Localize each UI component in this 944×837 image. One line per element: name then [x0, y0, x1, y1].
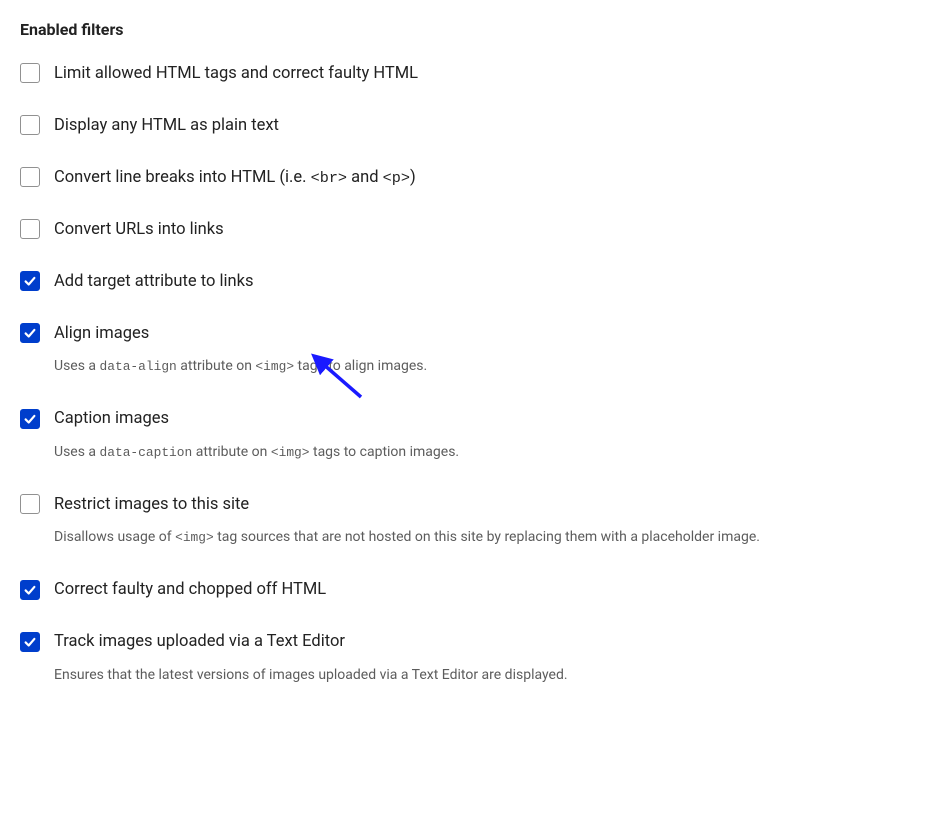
filter-label[interactable]: Caption images — [54, 409, 169, 428]
filter-main: Caption images — [20, 409, 924, 429]
filter-main: Display any HTML as plain text — [20, 115, 924, 135]
filter-label[interactable]: Correct faulty and chopped off HTML — [54, 580, 326, 599]
filter-description: Disallows usage of <img> tag sources tha… — [54, 528, 924, 548]
filter-description: Ensures that the latest versions of imag… — [54, 666, 924, 686]
filter-main: Restrict images to this site — [20, 494, 924, 514]
filter-main: Track images uploaded via a Text Editor — [20, 632, 924, 652]
filter-checkbox[interactable] — [20, 494, 40, 514]
filters-list: Limit allowed HTML tags and correct faul… — [20, 63, 924, 685]
filter-label[interactable]: Display any HTML as plain text — [54, 116, 279, 135]
check-icon — [23, 326, 37, 340]
filter-checkbox[interactable] — [20, 632, 40, 652]
filter-main: Align images — [20, 323, 924, 343]
filter-checkbox[interactable] — [20, 115, 40, 135]
filter-row: Display any HTML as plain text — [20, 115, 924, 135]
filter-row: Align images Uses a data-align attribute … — [20, 323, 924, 377]
filter-row: Convert line breaks into HTML (i.e. <br>… — [20, 167, 924, 187]
filter-label[interactable]: Track images uploaded via a Text Editor — [54, 632, 345, 651]
filter-label[interactable]: Convert line breaks into HTML (i.e. <br>… — [54, 168, 416, 187]
check-icon — [23, 274, 37, 288]
filter-label[interactable]: Align images — [54, 324, 149, 343]
filter-description: Uses a data-align attribute on <img> tag… — [54, 357, 924, 377]
filter-checkbox[interactable] — [20, 167, 40, 187]
filter-checkbox[interactable] — [20, 219, 40, 239]
filter-row: Track images uploaded via a Text Editor E… — [20, 632, 924, 686]
section-title: Enabled filters — [20, 20, 924, 39]
filter-checkbox[interactable] — [20, 409, 40, 429]
filter-checkbox[interactable] — [20, 580, 40, 600]
filter-row: Caption images Uses a data-caption attrib… — [20, 409, 924, 463]
filter-description: Uses a data-caption attribute on <img> t… — [54, 443, 924, 463]
filter-main: Add target attribute to links — [20, 271, 924, 291]
filter-label[interactable]: Restrict images to this site — [54, 495, 249, 514]
filter-main: Limit allowed HTML tags and correct faul… — [20, 63, 924, 83]
filter-row: Limit allowed HTML tags and correct faul… — [20, 63, 924, 83]
filter-checkbox[interactable] — [20, 63, 40, 83]
filter-checkbox[interactable] — [20, 323, 40, 343]
check-icon — [23, 412, 37, 426]
filter-checkbox[interactable] — [20, 271, 40, 291]
filters-container: Enabled filters Limit allowed HTML tags … — [20, 20, 924, 685]
check-icon — [23, 583, 37, 597]
filter-row: Add target attribute to links — [20, 271, 924, 291]
filter-main: Correct faulty and chopped off HTML — [20, 580, 924, 600]
filter-label[interactable]: Convert URLs into links — [54, 220, 224, 239]
filter-row: Restrict images to this site Disallows us… — [20, 494, 924, 548]
filter-main: Convert URLs into links — [20, 219, 924, 239]
filter-main: Convert line breaks into HTML (i.e. <br>… — [20, 167, 924, 187]
check-icon — [23, 635, 37, 649]
filter-label[interactable]: Add target attribute to links — [54, 272, 254, 291]
filter-label[interactable]: Limit allowed HTML tags and correct faul… — [54, 64, 418, 83]
filter-row: Convert URLs into links — [20, 219, 924, 239]
filter-row: Correct faulty and chopped off HTML — [20, 580, 924, 600]
